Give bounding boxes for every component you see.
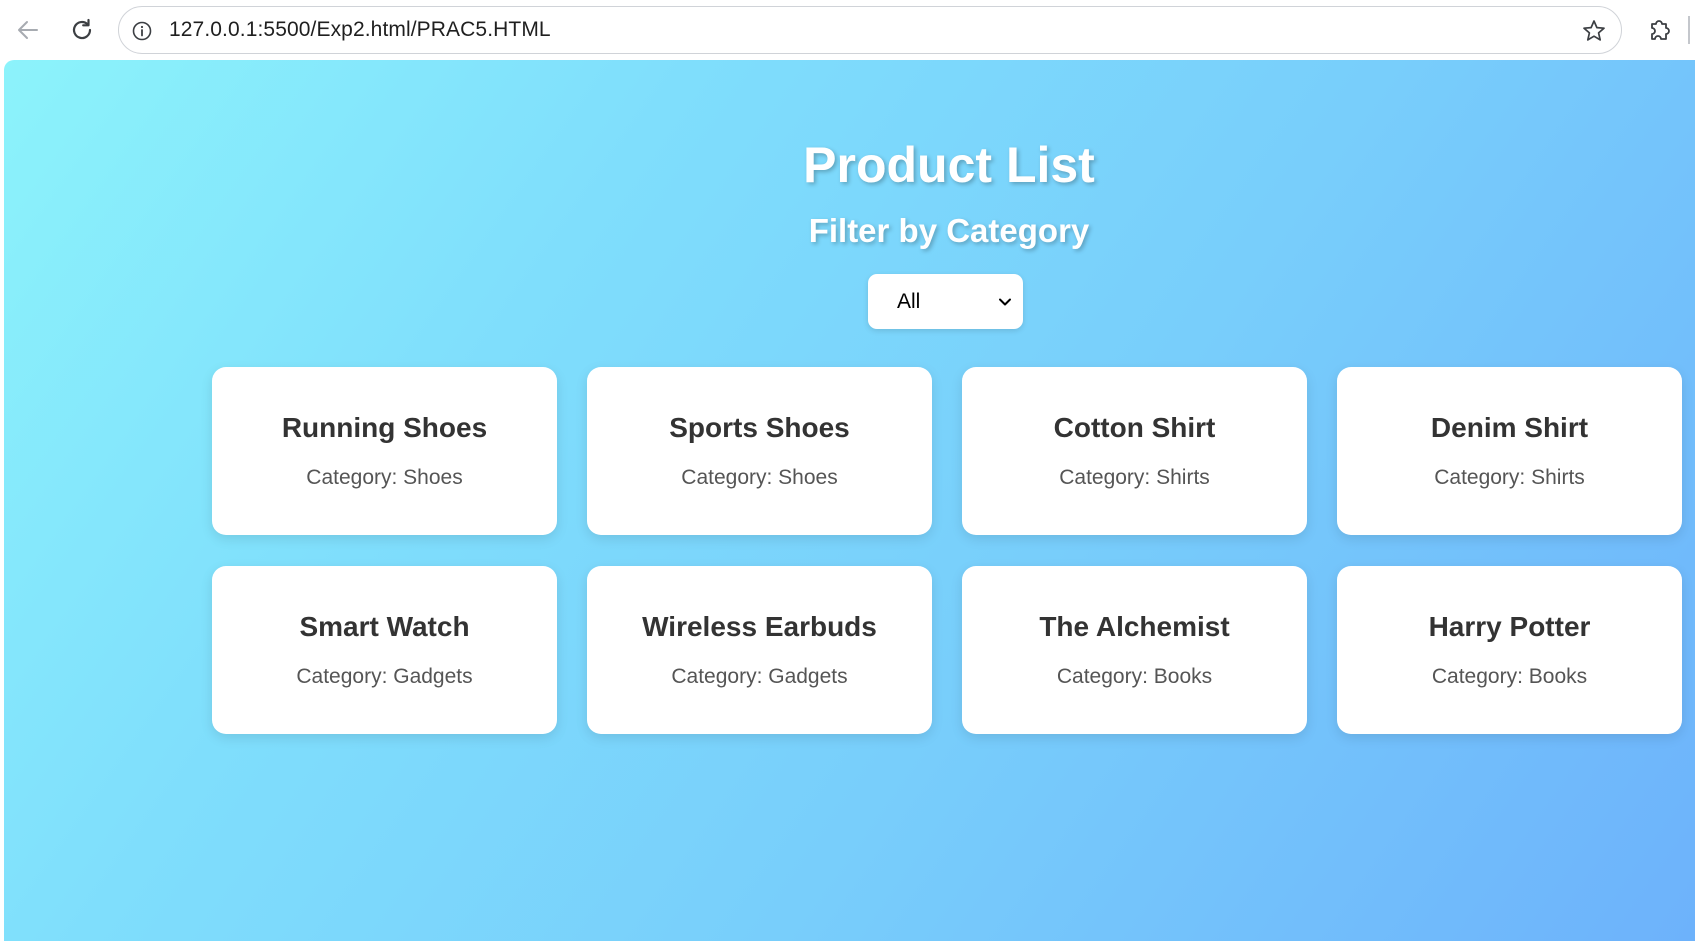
product-card[interactable]: Smart Watch Category: Gadgets <box>212 566 557 734</box>
product-category: Category: Shirts <box>1059 466 1210 489</box>
product-card[interactable]: Harry Potter Category: Books <box>1337 566 1682 734</box>
browser-toolbar: 127.0.0.1:5500/Exp2.html/PRAC5.HTML <box>0 0 1695 60</box>
puzzle-icon[interactable] <box>1643 14 1675 46</box>
product-card[interactable]: Wireless Earbuds Category: Gadgets <box>587 566 932 734</box>
reload-button[interactable] <box>62 10 102 50</box>
product-card[interactable]: The Alchemist Category: Books <box>962 566 1307 734</box>
page-title: Product List <box>803 137 1095 193</box>
star-icon[interactable] <box>1581 18 1607 44</box>
category-filter-value: All <box>897 289 921 313</box>
product-category: Category: Gadgets <box>296 665 473 688</box>
product-category: Category: Shirts <box>1434 466 1585 489</box>
filter-heading: Filter by Category <box>808 212 1090 249</box>
product-card[interactable]: Cotton Shirt Category: Shirts <box>962 367 1307 535</box>
product-name: Denim Shirt <box>1430 412 1589 443</box>
back-arrow-icon <box>18 21 38 39</box>
product-name: Sports Shoes <box>669 412 850 443</box>
chevron-down-icon <box>999 298 1011 306</box>
product-grid: Running Shoes Category: Shoes Sports Sho… <box>212 367 1695 767</box>
product-name: The Alchemist <box>1039 611 1230 642</box>
product-name: Running Shoes <box>281 412 488 443</box>
product-card[interactable]: Sports Shoes Category: Shoes <box>587 367 932 535</box>
info-icon[interactable] <box>131 20 153 42</box>
product-category: Category: Gadgets <box>671 665 848 688</box>
product-category: Category: Shoes <box>306 466 463 489</box>
product-name: Harry Potter <box>1428 611 1591 642</box>
toolbar-divider <box>1688 16 1690 44</box>
product-card[interactable]: Running Shoes Category: Shoes <box>212 367 557 535</box>
product-name: Cotton Shirt <box>1053 412 1216 443</box>
product-category: Category: Books <box>1056 665 1213 688</box>
product-card[interactable]: Denim Shirt Category: Shirts <box>1337 367 1682 535</box>
product-name: Smart Watch <box>299 611 470 642</box>
category-filter-select[interactable]: All <box>868 274 1023 329</box>
address-bar[interactable]: 127.0.0.1:5500/Exp2.html/PRAC5.HTML <box>118 6 1622 54</box>
product-category: Category: Books <box>1431 665 1588 688</box>
product-category: Category: Shoes <box>681 466 838 489</box>
reload-icon <box>72 18 92 40</box>
back-button[interactable] <box>8 10 48 50</box>
page-viewport: Product List Filter by Category All Runn… <box>4 60 1695 941</box>
url-text[interactable]: 127.0.0.1:5500/Exp2.html/PRAC5.HTML <box>169 7 551 53</box>
product-name: Wireless Earbuds <box>642 611 877 642</box>
